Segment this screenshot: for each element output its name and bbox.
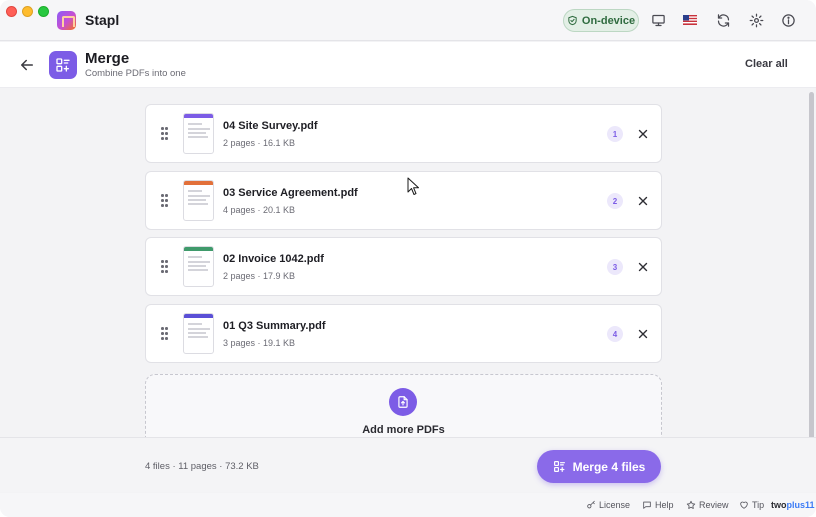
order-badge: 4 <box>607 326 623 342</box>
drag-handle-icon[interactable] <box>161 194 169 207</box>
scrollbar-thumb[interactable] <box>809 92 814 449</box>
order-badge: 2 <box>607 193 623 209</box>
file-card[interactable]: 04 Site Survey.pdf 2 pages · 16.1 KB 1 <box>145 104 662 163</box>
thumbnail-band <box>184 247 213 251</box>
remove-file-icon[interactable] <box>636 327 650 341</box>
add-more-label: Add more PDFs <box>362 424 445 436</box>
license-link[interactable]: License <box>586 500 630 510</box>
remove-file-icon[interactable] <box>636 260 650 274</box>
pdf-thumbnail <box>183 113 214 154</box>
brand-link[interactable]: twoplus11 <box>771 500 815 510</box>
back-arrow-icon[interactable] <box>18 56 36 74</box>
file-card[interactable]: 01 Q3 Summary.pdf 3 pages · 19.1 KB 4 <box>145 304 662 363</box>
mouse-cursor-icon <box>407 177 419 195</box>
drag-handle-icon[interactable] <box>161 127 169 140</box>
page-header: Merge Combine PDFs into one Clear all <box>0 42 816 88</box>
help-link[interactable]: Help <box>642 500 674 510</box>
add-more-dropzone[interactable]: Add more PDFs <box>145 374 662 437</box>
on-device-badge[interactable]: On-device <box>563 9 639 32</box>
order-badge: 1 <box>607 126 623 142</box>
chat-bubble-icon <box>643 501 651 509</box>
thumbnail-band <box>184 114 213 118</box>
status-bar: License Help Review Tip twoplus11 <box>0 493 816 517</box>
brand-text-part2: plus11 <box>786 500 815 510</box>
merge-icon <box>553 461 565 472</box>
star-icon <box>686 500 696 509</box>
app-name: Stapl <box>85 12 120 28</box>
file-meta: 3 pages · 19.1 KB <box>223 338 296 348</box>
close-window-button[interactable] <box>6 6 17 17</box>
pdf-thumbnail <box>183 180 214 221</box>
heart-icon <box>740 501 748 509</box>
merge-button-label: Merge 4 files <box>572 459 646 474</box>
tip-link[interactable]: Tip <box>739 500 764 510</box>
key-icon <box>587 500 595 509</box>
help-label: Help <box>655 500 674 510</box>
file-list: 04 Site Survey.pdf 2 pages · 16.1 KB 1 0… <box>0 89 806 437</box>
clear-all-button[interactable]: Clear all <box>745 58 788 70</box>
title-bar: Stapl On-device <box>0 0 816 41</box>
us-flag-icon[interactable] <box>681 11 699 29</box>
merge-button[interactable]: Merge 4 files <box>537 450 661 483</box>
review-link[interactable]: Review <box>686 500 729 510</box>
file-name: 03 Service Agreement.pdf <box>223 187 358 199</box>
drag-handle-icon[interactable] <box>161 260 169 273</box>
file-upload-icon <box>389 388 417 416</box>
file-card[interactable]: 03 Service Agreement.pdf 4 pages · 20.1 … <box>145 171 662 230</box>
gear-icon[interactable] <box>747 11 765 29</box>
zoom-window-button[interactable] <box>38 6 49 17</box>
page-subtitle: Combine PDFs into one <box>85 68 186 79</box>
file-meta: 2 pages · 17.9 KB <box>223 271 296 281</box>
app-window: Stapl On-device Merge Combine PDFs into … <box>0 0 816 517</box>
remove-file-icon[interactable] <box>636 127 650 141</box>
pdf-thumbnail <box>183 313 214 354</box>
file-name: 02 Invoice 1042.pdf <box>223 253 324 265</box>
order-badge: 3 <box>607 259 623 275</box>
thumbnail-band <box>184 181 213 185</box>
refresh-icon[interactable] <box>714 11 732 29</box>
on-device-label: On-device <box>581 14 636 27</box>
merge-summary: 4 files · 11 pages · 73.2 KB <box>145 461 259 472</box>
info-icon[interactable] <box>779 11 797 29</box>
brand-text-part1: two <box>771 500 787 510</box>
action-footer: 4 files · 11 pages · 73.2 KB Merge 4 fil… <box>0 437 816 492</box>
tip-label: Tip <box>752 500 765 510</box>
pdf-thumbnail <box>183 246 214 287</box>
drag-handle-icon[interactable] <box>161 327 169 340</box>
page-title: Merge <box>85 50 130 67</box>
shield-check-icon <box>568 15 577 26</box>
file-name: 01 Q3 Summary.pdf <box>223 320 326 332</box>
app-logo-icon <box>57 11 76 30</box>
merge-tool-icon <box>49 51 77 79</box>
file-meta: 4 pages · 20.1 KB <box>223 205 296 215</box>
review-label: Review <box>699 500 729 510</box>
remove-file-icon[interactable] <box>636 194 650 208</box>
monitor-icon[interactable] <box>649 11 667 29</box>
file-meta: 2 pages · 16.1 KB <box>223 138 296 148</box>
file-name: 04 Site Survey.pdf <box>223 120 318 132</box>
thumbnail-band <box>184 314 213 318</box>
file-card[interactable]: 02 Invoice 1042.pdf 2 pages · 17.9 KB 3 <box>145 237 662 296</box>
minimize-window-button[interactable] <box>22 6 33 17</box>
license-label: License <box>599 500 631 510</box>
